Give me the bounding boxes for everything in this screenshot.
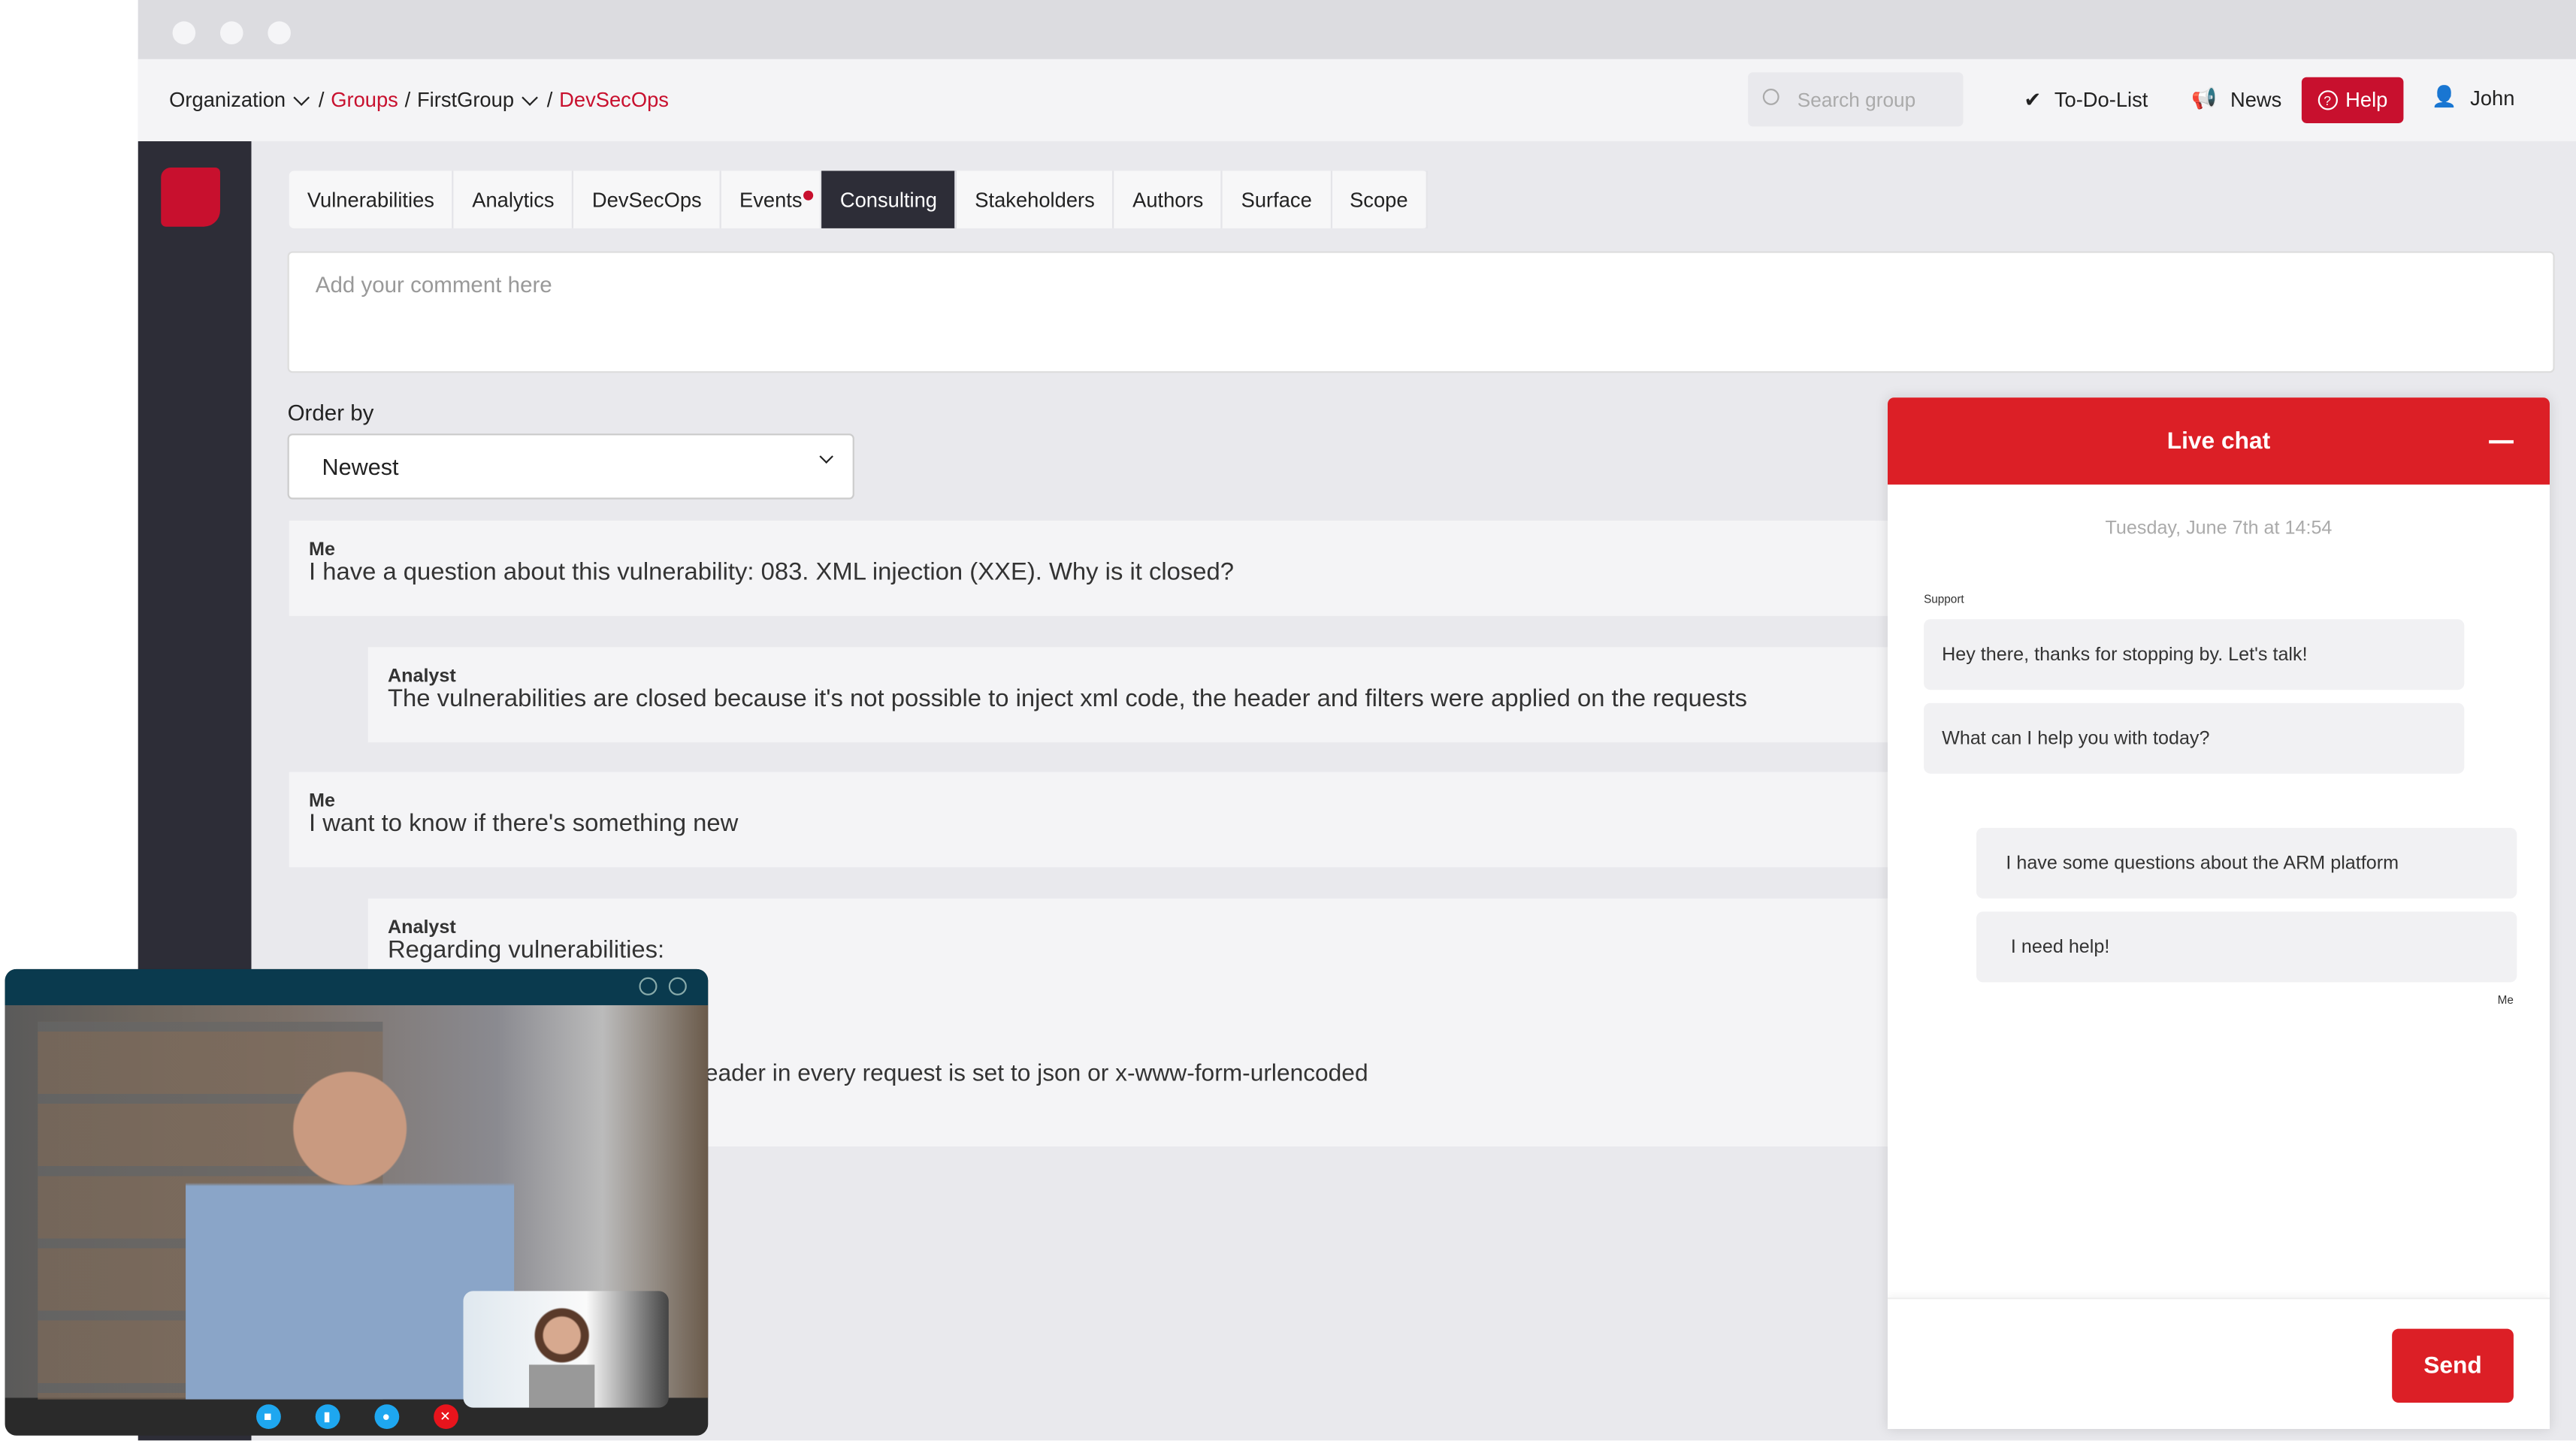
window-maximize-button[interactable] xyxy=(268,21,291,45)
remote-video xyxy=(5,1004,709,1408)
video-call-header xyxy=(5,968,709,1005)
live-chat-title: Live chat xyxy=(2166,427,2271,455)
self-participant xyxy=(528,1301,595,1408)
search-icon xyxy=(1762,89,1779,105)
tab-analytics[interactable]: Analytics xyxy=(454,171,574,228)
chat-input[interactable]: Send xyxy=(1887,1298,2550,1429)
tab-label: Scope xyxy=(1350,188,1408,211)
video-call-window: ■ ▮ ● ✕ xyxy=(5,968,709,1436)
fullscreen-icon[interactable] xyxy=(668,977,687,995)
order-by-value: Newest xyxy=(322,453,399,480)
message-text: I want to know if there's something new xyxy=(309,809,739,838)
live-chat-panel: Live chat Tuesday, June 7th at 14:54 Sup… xyxy=(1887,397,2550,1430)
message-author: Me xyxy=(309,540,335,560)
search-input[interactable]: Search group xyxy=(1748,72,1964,127)
tab-label: DevSecOps xyxy=(591,188,702,211)
me-label: Me xyxy=(2497,995,2514,1007)
news-link[interactable]: 📢 News xyxy=(2191,87,2281,112)
order-by-label: Order by xyxy=(287,400,374,426)
tab-vulnerabilities[interactable]: Vulnerabilities xyxy=(289,171,455,228)
breadcrumb-current[interactable]: DevSecOps xyxy=(559,89,669,112)
tab-devsecops[interactable]: DevSecOps xyxy=(574,171,721,228)
order-by-select[interactable]: Newest xyxy=(287,434,854,500)
tab-label: Events xyxy=(739,188,803,211)
send-button[interactable]: Send xyxy=(2392,1328,2514,1403)
chat-date: Tuesday, June 7th at 14:54 xyxy=(2105,518,2333,539)
help-label: Help xyxy=(2345,89,2388,112)
support-message: Hey there, thanks for stopping by. Let's… xyxy=(1924,619,2465,690)
self-view-video xyxy=(463,1291,669,1408)
user-icon: 👤 xyxy=(2431,85,2457,109)
breadcrumb-organization[interactable]: Organization xyxy=(169,89,286,112)
todo-list-link[interactable]: ✔ To-Do-List xyxy=(2024,87,2148,112)
breadcrumb-separator: / xyxy=(546,89,553,112)
comment-input[interactable]: Add your comment here xyxy=(287,251,2555,373)
chevron-down-icon[interactable] xyxy=(521,89,538,105)
tab-authors[interactable]: Authors xyxy=(1114,171,1223,228)
notification-dot-icon xyxy=(803,190,814,201)
window-minimize-button[interactable] xyxy=(219,21,243,45)
window-chrome xyxy=(138,0,2576,59)
breadcrumb: Organization / Groups / FirstGroup / Dev… xyxy=(169,89,669,112)
my-message: I have some questions about the ARM plat… xyxy=(1976,827,2517,899)
message-item: Me I want to know if there's something ne… xyxy=(289,772,2097,868)
user-menu[interactable]: 👤 John xyxy=(2432,86,2515,110)
window-close-button[interactable] xyxy=(172,21,196,45)
search-placeholder: Search group xyxy=(1797,87,1916,111)
top-bar: Organization / Groups / FirstGroup / Dev… xyxy=(138,59,2576,142)
tab-label: Vulnerabilities xyxy=(307,188,434,211)
tab-events[interactable]: Events xyxy=(721,171,822,228)
tab-stakeholders[interactable]: Stakeholders xyxy=(957,171,1115,228)
question-icon: ? xyxy=(2317,90,2338,110)
message-text: eader in every request is set to json or… xyxy=(704,1061,1368,1088)
megaphone-icon: 📢 xyxy=(2191,86,2218,110)
support-message: What can I help you with today? xyxy=(1924,702,2465,774)
tab-surface[interactable]: Surface xyxy=(1223,171,1332,228)
check-icon: ✔ xyxy=(2024,89,2042,112)
live-chat-header: Live chat xyxy=(1887,397,2550,485)
comment-placeholder: Add your comment here xyxy=(315,272,552,298)
call-controls: ■ ▮ ● ✕ xyxy=(5,1397,709,1435)
news-label: News xyxy=(2230,87,2282,111)
breadcrumb-separator: / xyxy=(404,89,411,112)
chevron-down-icon xyxy=(819,449,833,464)
message-author: Me xyxy=(309,791,335,811)
message-item: Me I have a question about this vulnerabi… xyxy=(289,521,2097,616)
tab-label: Stakeholders xyxy=(975,188,1095,211)
tab-label: Analytics xyxy=(472,188,555,211)
minimize-icon[interactable] xyxy=(639,977,658,995)
app-logo[interactable] xyxy=(161,167,220,227)
end-call-icon[interactable]: ✕ xyxy=(433,1404,458,1430)
camera-icon[interactable]: ■ xyxy=(255,1404,280,1430)
user-name: John xyxy=(2470,86,2515,110)
tab-label: Consulting xyxy=(839,188,937,211)
support-label: Support xyxy=(1924,594,1964,606)
my-message: I need help! xyxy=(1976,911,2517,983)
tab-label: Authors xyxy=(1132,188,1204,211)
chat-bubble-icon[interactable]: ● xyxy=(373,1404,399,1430)
minimize-icon[interactable] xyxy=(2489,440,2514,444)
tab-scope[interactable]: Scope xyxy=(1332,171,1428,228)
breadcrumb-separator: / xyxy=(318,89,325,112)
message-text: I have a question about this vulnerabili… xyxy=(309,558,1235,587)
todo-label: To-Do-List xyxy=(2054,87,2148,111)
chevron-down-icon[interactable] xyxy=(293,89,310,105)
help-button[interactable]: ? Help xyxy=(2301,77,2404,123)
tab-consulting[interactable]: Consulting xyxy=(821,171,957,228)
signal-icon[interactable]: ▮ xyxy=(314,1404,340,1430)
tab-bar: Vulnerabilities Analytics DevSecOps Events C… xyxy=(289,171,1428,228)
breadcrumb-group[interactable]: FirstGroup xyxy=(417,89,514,112)
tab-label: Surface xyxy=(1241,188,1312,211)
breadcrumb-groups[interactable]: Groups xyxy=(331,89,398,112)
